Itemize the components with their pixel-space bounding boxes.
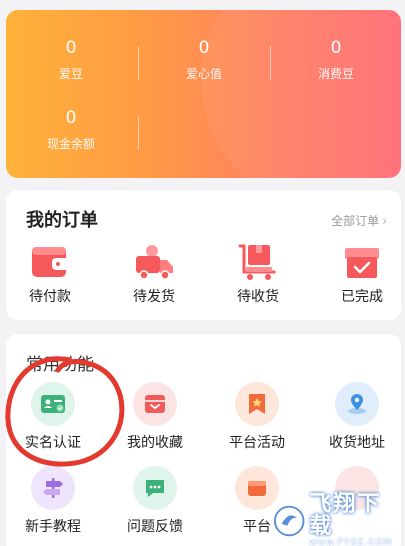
stat-label: 消费豆 bbox=[317, 67, 354, 81]
features-title: 常用功能 bbox=[26, 355, 94, 375]
chevron-right-icon: › bbox=[382, 214, 387, 228]
balance-card: 0 爱豆 0 爱心值 0 消费豆 0 现金余额 bbox=[6, 10, 401, 178]
feature-label: 平台活动 bbox=[229, 435, 285, 451]
id-card-icon bbox=[31, 382, 75, 426]
stat-value: 0 bbox=[65, 38, 77, 58]
bookmark-star-icon bbox=[235, 382, 279, 426]
favorites-box-icon bbox=[133, 382, 177, 426]
stat-label: 爱心值 bbox=[185, 67, 222, 81]
order-pending-receipt[interactable]: 待收货 bbox=[218, 242, 298, 306]
feature-label: 问题反馈 bbox=[127, 519, 183, 535]
stat-aidou[interactable]: 0 爱豆 bbox=[6, 38, 136, 82]
feature-beginner-tutorial[interactable]: 新手教程 bbox=[8, 466, 98, 536]
order-label: 待付款 bbox=[29, 289, 71, 305]
feature-shipping-address[interactable]: 收货地址 bbox=[312, 382, 402, 452]
stat-value: 0 bbox=[65, 108, 77, 128]
order-pending-shipment[interactable]: 待发货 bbox=[114, 242, 194, 306]
chat-icon bbox=[133, 466, 177, 510]
truck-icon bbox=[136, 245, 173, 280]
stat-label: 爱豆 bbox=[58, 67, 83, 81]
location-pin-icon bbox=[335, 382, 379, 426]
signpost-icon bbox=[31, 466, 75, 510]
feature-label: 收货地址 bbox=[329, 435, 385, 451]
feature-real-name-auth[interactable]: 实名认证 bbox=[8, 382, 98, 452]
all-orders-label: 全部订单 bbox=[331, 214, 380, 228]
feature-platform-activity[interactable]: 平台活动 bbox=[212, 382, 302, 452]
order-label: 待发货 bbox=[133, 289, 175, 305]
watermark-text: 飞翔下载 bbox=[309, 492, 382, 539]
order-label: 已完成 bbox=[341, 289, 383, 305]
wallet-icon bbox=[32, 247, 70, 277]
stat-value: 0 bbox=[330, 38, 342, 58]
watermark: 飞翔下载 www.FYXZ.COM bbox=[273, 494, 401, 546]
stat-love-value[interactable]: 0 爱心值 bbox=[139, 38, 269, 82]
stat-consume-bean[interactable]: 0 消费豆 bbox=[271, 38, 401, 82]
order-completed[interactable]: 已完成 bbox=[322, 242, 402, 306]
stat-cash-balance[interactable]: 0 现金余额 bbox=[6, 108, 136, 152]
divider bbox=[270, 46, 271, 80]
divider bbox=[138, 116, 139, 150]
stat-value: 0 bbox=[198, 38, 210, 58]
watermark-url: www.FYXZ.COM bbox=[309, 538, 393, 546]
feature-feedback[interactable]: 问题反馈 bbox=[110, 466, 200, 536]
package-cart-icon bbox=[238, 244, 276, 280]
all-orders-link[interactable]: 全部订单 › bbox=[331, 212, 387, 229]
watermark-logo-icon bbox=[273, 505, 305, 537]
feature-label: 实名认证 bbox=[25, 435, 81, 451]
my-orders-card: 我的订单 全部订单 › 待付款 待发货 待收货 已完成 bbox=[6, 190, 401, 320]
feature-label: 我的收藏 bbox=[127, 435, 183, 451]
feature-label: 新手教程 bbox=[25, 519, 81, 535]
box-check-icon bbox=[345, 248, 379, 278]
orders-title: 我的订单 bbox=[26, 210, 98, 231]
order-label: 待收货 bbox=[237, 289, 279, 305]
order-pending-payment[interactable]: 待付款 bbox=[10, 242, 90, 306]
stat-label: 现金余额 bbox=[46, 137, 95, 151]
feature-my-favorites[interactable]: 我的收藏 bbox=[110, 382, 200, 452]
